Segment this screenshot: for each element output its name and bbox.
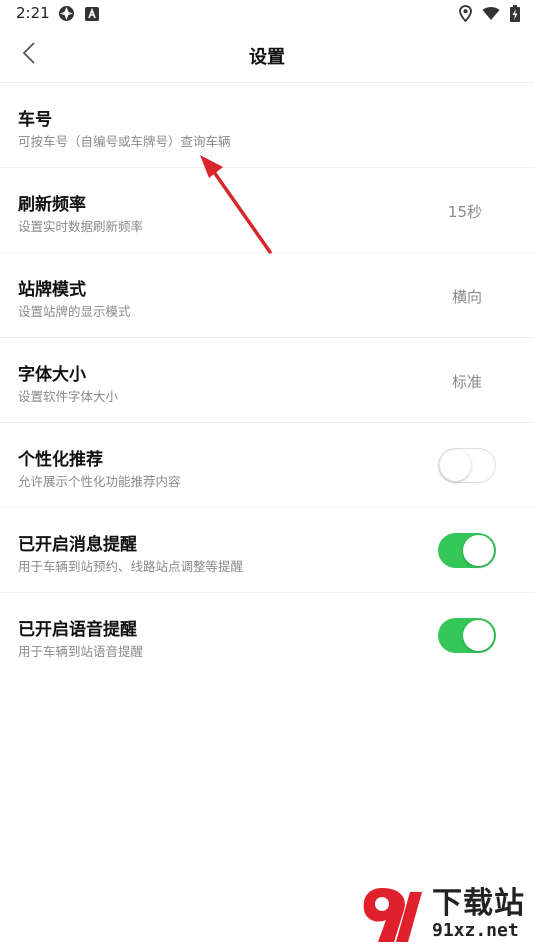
setting-subtitle: 可按车号（自编号或车牌号）查询车辆 — [18, 134, 231, 149]
setting-row-voice-reminder: 已开启语音提醒 用于车辆到站语音提醒 — [0, 593, 534, 678]
setting-title: 已开启语音提醒 — [18, 620, 137, 640]
setting-value: 横向 — [451, 288, 482, 306]
setting-title: 字体大小 — [18, 365, 86, 385]
page-title: 设置 — [249, 47, 285, 68]
setting-subtitle: 用于车辆到站语音提醒 — [18, 644, 144, 659]
watermark-brand: 下载站 — [432, 886, 525, 921]
setting-row-message-reminder: 已开启消息提醒 用于车辆到站预约、线路站点调整等提醒 — [0, 508, 534, 593]
aperture-icon — [58, 5, 75, 26]
watermark-url: 91xz.net — [432, 920, 519, 941]
location-icon — [459, 5, 472, 26]
voice-reminder-toggle[interactable] — [438, 618, 496, 653]
toggle-knob — [440, 450, 471, 481]
setting-title: 刷新频率 — [18, 195, 86, 215]
status-time: 2:21 — [16, 4, 50, 22]
setting-subtitle: 用于车辆到站预约、线路站点调整等提醒 — [18, 559, 244, 574]
setting-title: 站牌模式 — [18, 280, 86, 300]
setting-row-stop-sign-mode[interactable]: 站牌模式 设置站牌的显示模式 横向 — [0, 253, 534, 338]
app-bar: 设置 — [0, 28, 534, 83]
message-reminder-toggle[interactable] — [438, 533, 496, 568]
setting-subtitle: 设置实时数据刷新频率 — [18, 219, 144, 234]
setting-title: 已开启消息提醒 — [18, 535, 137, 555]
setting-row-vehicle-number[interactable]: 车号 可按车号（自编号或车牌号）查询车辆 — [0, 83, 534, 168]
setting-row-font-size[interactable]: 字体大小 设置软件字体大小 标准 — [0, 338, 534, 423]
battery-charging-icon — [510, 5, 520, 26]
setting-subtitle: 设置站牌的显示模式 — [18, 304, 131, 319]
personalized-recommendation-toggle[interactable] — [438, 448, 496, 483]
settings-list: 车号 可按车号（自编号或车牌号）查询车辆 刷新频率 设置实时数据刷新频率 15秒… — [0, 83, 534, 678]
toggle-knob — [463, 620, 494, 651]
a-badge-icon — [85, 6, 99, 25]
setting-subtitle: 允许展示个性化功能推荐内容 — [18, 474, 181, 489]
wifi-icon — [482, 6, 500, 25]
status-bar: 2:21 — [0, 0, 534, 28]
setting-title: 个性化推荐 — [18, 450, 103, 470]
setting-row-personalized-recommendation: 个性化推荐 允许展示个性化功能推荐内容 — [0, 423, 534, 508]
setting-value: 15秒 — [447, 203, 482, 221]
setting-title: 车号 — [18, 110, 52, 130]
setting-subtitle: 设置软件字体大小 — [18, 389, 119, 404]
watermark-logo-icon — [360, 884, 430, 946]
toggle-knob — [463, 535, 494, 566]
setting-value: 标准 — [451, 373, 482, 391]
setting-row-refresh-rate[interactable]: 刷新频率 设置实时数据刷新频率 15秒 — [0, 168, 534, 253]
watermark: 下载站 91xz.net — [360, 884, 530, 946]
